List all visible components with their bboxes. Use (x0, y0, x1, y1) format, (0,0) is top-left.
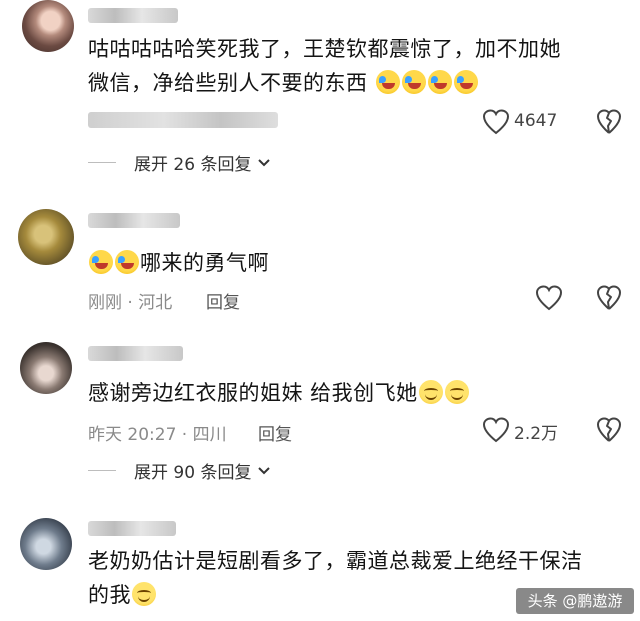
chevron-down-icon (258, 466, 271, 474)
heart-outline-icon[interactable] (535, 285, 563, 311)
broken-heart-icon[interactable] (596, 109, 622, 135)
comment-text: 老奶奶估计是短剧看多了，霸道总裁爱上绝经干保洁 的我 (88, 544, 583, 612)
comment-text-body: 哪来的勇气啊 (140, 251, 269, 275)
comment-meta-blurred (88, 112, 278, 128)
username-blurred[interactable] (88, 213, 180, 228)
watermark: 头条 @鹏遨游 (516, 588, 634, 614)
comment-text: 感谢旁边红衣服的姐妹 给我创飞她 (88, 376, 470, 410)
reply-button[interactable]: 回复 (206, 288, 240, 313)
smiling-emoji-icon (418, 380, 443, 404)
laughing-crying-emoji-icon (401, 70, 426, 94)
comment-text: 哪来的勇气啊 (88, 246, 269, 280)
comment-text-line1: 咕咕咕咕哈笑死我了，王楚钦都震惊了，加不加她 (88, 37, 561, 61)
divider (88, 470, 116, 471)
comment-text-line2: 微信，净给些别人不要的东西 (88, 71, 368, 95)
smiling-emoji-icon (132, 582, 156, 606)
comment-text-line1: 老奶奶估计是短剧看多了，霸道总裁爱上绝经干保洁 (88, 549, 583, 573)
laughing-crying-emoji-icon (427, 70, 452, 94)
comment-text-body: 感谢旁边红衣服的姐妹 给我创飞她 (88, 381, 418, 405)
laughing-crying-emoji-icon (89, 250, 113, 274)
heart-outline-icon[interactable] (482, 417, 510, 443)
username-blurred[interactable] (88, 346, 183, 361)
laughing-crying-emoji-icon (375, 70, 400, 94)
laughing-crying-emoji-icon (453, 70, 478, 94)
chevron-down-icon (258, 158, 271, 166)
comment-time-location: 昨天 20:27 · 四川 (88, 425, 227, 445)
avatar[interactable] (20, 342, 72, 394)
expand-replies-label: 展开 90 条回复 (134, 463, 252, 483)
avatar[interactable] (18, 209, 74, 265)
expand-replies-label: 展开 26 条回复 (134, 155, 252, 175)
comment-text-line2: 的我 (88, 583, 131, 607)
avatar[interactable] (22, 0, 74, 52)
expand-replies-button[interactable]: 展开 90 条回复 (88, 458, 271, 483)
broken-heart-icon[interactable] (596, 417, 622, 443)
smiling-emoji-icon (444, 380, 469, 404)
username-blurred[interactable] (88, 521, 176, 536)
comment-text: 咕咕咕咕哈笑死我了，王楚钦都震惊了，加不加她 微信，净给些别人不要的东西 (88, 32, 561, 100)
avatar[interactable] (20, 518, 72, 570)
like-count: 4647 (514, 111, 558, 131)
broken-heart-icon[interactable] (596, 285, 622, 311)
expand-replies-button[interactable]: 展开 26 条回复 (88, 150, 271, 175)
reply-button[interactable]: 回复 (258, 420, 292, 445)
username-blurred[interactable] (88, 8, 178, 23)
heart-outline-icon[interactable] (482, 109, 510, 135)
comment-time-location: 刚刚 · 河北 (88, 293, 173, 313)
like-count: 2.2万 (514, 424, 559, 444)
laughing-crying-emoji-icon (115, 250, 139, 274)
divider (88, 162, 116, 163)
